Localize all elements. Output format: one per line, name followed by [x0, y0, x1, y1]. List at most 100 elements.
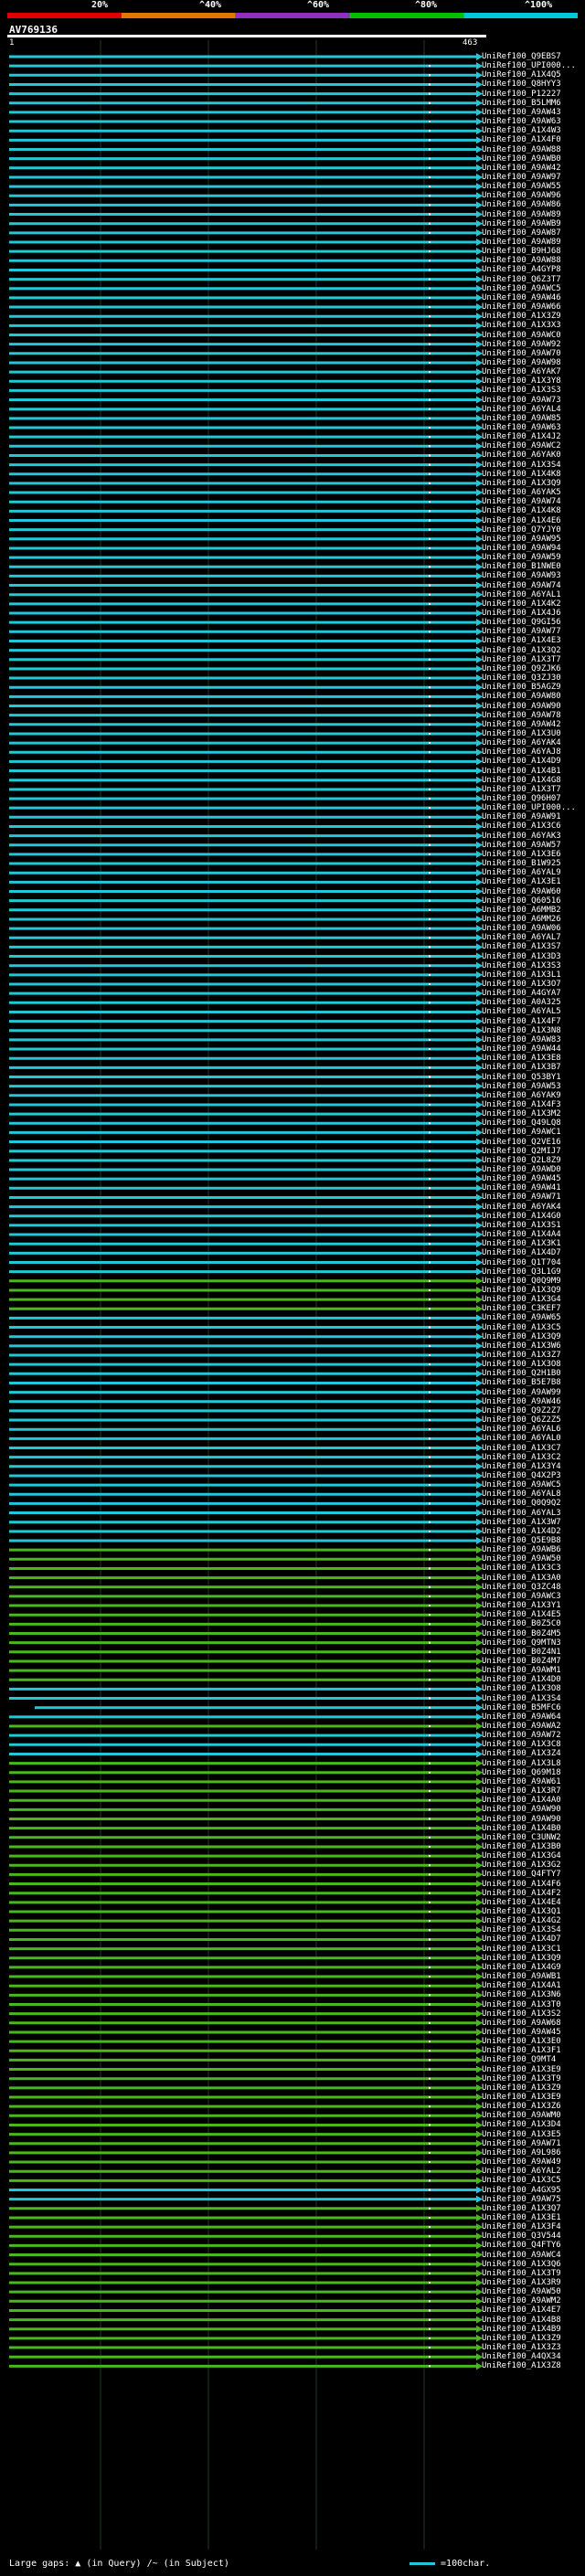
hit-label[interactable]: UniRef100_A9AW78 — [482, 711, 561, 720]
hit-label[interactable]: UniRef100_A1X3E8 — [482, 1054, 561, 1063]
hit-label[interactable]: UniRef100_A9AWC0 — [482, 331, 561, 340]
hit-label[interactable]: UniRef100_B5AGZ9 — [482, 683, 561, 692]
hit-label[interactable]: UniRef100_A1X3E1 — [482, 877, 561, 886]
hit-label[interactable]: UniRef100_A1X3Y4 — [482, 1462, 561, 1471]
hit-label[interactable]: UniRef100_A9AWC3 — [482, 1592, 561, 1601]
hit-label[interactable]: UniRef100_Q3ZC48 — [482, 1583, 561, 1592]
hit-label[interactable]: UniRef100_A9AW90 — [482, 702, 561, 711]
hit-label[interactable]: UniRef100_A6YAL6 — [482, 1425, 561, 1434]
hit-label[interactable]: UniRef100_A1X4B0 — [482, 1824, 561, 1833]
hit-label[interactable]: UniRef100_A1X3S3 — [482, 961, 561, 970]
hit-label[interactable]: UniRef100_A1X4A1 — [482, 1981, 561, 1990]
hit-label[interactable]: UniRef100_Q4FTY7 — [482, 1870, 561, 1879]
hit-label[interactable]: UniRef100_A1X4A4 — [482, 1230, 561, 1239]
hit-label[interactable]: UniRef100_A1X4Q5 — [482, 70, 561, 80]
hit-label[interactable]: UniRef100_A1X3E9 — [482, 2065, 561, 2074]
hit-label[interactable]: UniRef100_A1X4B1 — [482, 767, 561, 776]
hit-label[interactable]: UniRef100_A9AW41 — [482, 1183, 561, 1193]
hit-label[interactable]: UniRef100_Q5E9B8 — [482, 1536, 561, 1545]
hit-label[interactable]: UniRef100_A1X3E1 — [482, 2213, 561, 2222]
hit-label[interactable]: UniRef100_A1X4G9 — [482, 1963, 561, 1972]
hit-label[interactable]: UniRef100_Q96H07 — [482, 794, 561, 803]
hit-label[interactable]: UniRef100_A9AW92 — [482, 340, 561, 349]
hit-label[interactable]: UniRef100_A1X4G0 — [482, 1212, 561, 1221]
hit-label[interactable]: UniRef100_A9AW63 — [482, 423, 561, 432]
hit-label[interactable]: UniRef100_Q2L8Z9 — [482, 1156, 561, 1165]
hit-label[interactable]: UniRef100_A1X3Z7 — [482, 1351, 561, 1360]
hit-label[interactable]: UniRef100_A1X3L8 — [482, 1759, 561, 1768]
hit-label[interactable]: UniRef100_Q60516 — [482, 896, 561, 906]
hit-label[interactable]: UniRef100_A1X4J2 — [482, 432, 561, 441]
hit-label[interactable]: UniRef100_A1X3N6 — [482, 1990, 561, 1999]
hit-label[interactable]: UniRef100_A6YAL7 — [482, 933, 561, 942]
hit-label[interactable]: UniRef100_A9AW80 — [482, 692, 561, 701]
hit-label[interactable]: UniRef100_A9AWB9 — [482, 219, 561, 228]
hit-label[interactable]: UniRef100_A9AW59 — [482, 553, 561, 562]
hit-label[interactable]: UniRef100_A1X3T9 — [482, 2269, 561, 2278]
hit-label[interactable]: UniRef100_A1X3B7 — [482, 1063, 561, 1072]
hit-label[interactable]: UniRef100_B0Z5C0 — [482, 1619, 561, 1628]
hit-label[interactable]: UniRef100_A9AW57 — [482, 841, 561, 850]
hit-label[interactable]: UniRef100_A9AW46 — [482, 1397, 561, 1406]
hit-label[interactable]: UniRef100_A9AW75 — [482, 2195, 561, 2204]
hit-label[interactable]: UniRef100_A9AW42 — [482, 164, 561, 173]
hit-label[interactable]: UniRef100_A9AW43 — [482, 108, 561, 117]
hit-label[interactable]: UniRef100_A1X4D7 — [482, 1248, 561, 1257]
hit-label[interactable]: UniRef100_Q9ZJK6 — [482, 664, 561, 673]
hit-label[interactable]: UniRef100_A9AW06 — [482, 924, 561, 933]
hit-label[interactable]: UniRef100_Q2H1B0 — [482, 1369, 561, 1378]
hit-label[interactable]: UniRef100_A9AWM2 — [482, 2296, 561, 2306]
hit-label[interactable]: UniRef100_A1X3Q6 — [482, 2260, 561, 2269]
hit-label[interactable]: UniRef100_A1X3Z8 — [482, 2361, 561, 2370]
hit-label[interactable]: UniRef100_A1X3S4 — [482, 1925, 561, 1935]
hit-label[interactable]: UniRef100_A9AW53 — [482, 1082, 561, 1091]
hit-label[interactable]: UniRef100_A1X4F7 — [482, 1017, 561, 1026]
hit-label[interactable]: UniRef100_A6YAL4 — [482, 405, 561, 414]
hit-label[interactable]: UniRef100_A9AW61 — [482, 1777, 561, 1786]
hit-label[interactable]: UniRef100_B5E7B8 — [482, 1378, 561, 1387]
hit-label[interactable]: UniRef100_A1X3Z6 — [482, 2102, 561, 2111]
hit-label[interactable]: UniRef100_B1NWE0 — [482, 562, 561, 571]
hit-label[interactable]: UniRef100_A9AW94 — [482, 544, 561, 553]
hit-label[interactable]: UniRef100_A9AW98 — [482, 358, 561, 367]
hit-label[interactable]: UniRef100_Q2VE16 — [482, 1138, 561, 1147]
hit-label[interactable]: UniRef100_A9AW42 — [482, 720, 561, 729]
hit-label[interactable]: UniRef100_A1X3C5 — [482, 2176, 561, 2185]
hit-label[interactable]: UniRef100_A9AW45 — [482, 2028, 561, 2037]
hit-label[interactable]: UniRef100_A9AW93 — [482, 571, 561, 580]
hit-label[interactable]: UniRef100_A1X3U0 — [482, 729, 561, 738]
hit-label[interactable]: UniRef100_A1X4E4 — [482, 1898, 561, 1907]
hit-label[interactable]: UniRef100_Q4FTY6 — [482, 2241, 561, 2250]
hit-label[interactable]: UniRef100_Q6Z2Z5 — [482, 1415, 561, 1425]
hit-label[interactable]: UniRef100_UPI000... — [482, 803, 576, 812]
hit-label[interactable]: UniRef100_A9AWM0 — [482, 2111, 561, 2120]
hit-label[interactable]: UniRef100_A6YAL2 — [482, 2167, 561, 2176]
hit-label[interactable]: UniRef100_A1X3Z9 — [482, 312, 561, 321]
hit-label[interactable]: UniRef100_Q9Z2Z7 — [482, 1406, 561, 1415]
hit-label[interactable]: UniRef100_Q9EBS7 — [482, 52, 561, 61]
hit-label[interactable]: UniRef100_A1X3Q9 — [482, 1286, 561, 1295]
hit-label[interactable]: UniRef100_A9AW99 — [482, 1388, 561, 1397]
hit-label[interactable]: UniRef100_A0A325 — [482, 998, 561, 1007]
hit-label[interactable]: UniRef100_Q3L1G9 — [482, 1267, 561, 1277]
hit-label[interactable]: UniRef100_A9AW86 — [482, 200, 561, 209]
hit-label[interactable]: UniRef100_A9AWC2 — [482, 441, 561, 451]
hit-label[interactable]: UniRef100_A9AWB1 — [482, 1972, 561, 1981]
hit-label[interactable]: UniRef100_Q53BY1 — [482, 1073, 561, 1082]
hit-label[interactable]: UniRef100_A1X3Q9 — [482, 1332, 561, 1341]
hit-label[interactable]: UniRef100_B0Z4M5 — [482, 1629, 561, 1638]
hit-label[interactable]: UniRef100_A6YAL8 — [482, 1489, 561, 1499]
hit-label[interactable]: UniRef100_A6YAK5 — [482, 488, 561, 497]
hit-label[interactable]: UniRef100_A9AW90 — [482, 1815, 561, 1824]
hit-label[interactable]: UniRef100_A9AW64 — [482, 1712, 561, 1722]
hit-label[interactable]: UniRef100_A1X4W3 — [482, 126, 561, 135]
hit-label[interactable]: UniRef100_A6YAK0 — [482, 451, 561, 460]
hit-label[interactable]: UniRef100_A9AWC5 — [482, 284, 561, 293]
hit-label[interactable]: UniRef100_A9AW87 — [482, 228, 561, 238]
hit-label[interactable]: UniRef100_A1X3C1 — [482, 1945, 561, 1954]
hit-label[interactable]: UniRef100_A1X4B8 — [482, 2316, 561, 2325]
hit-label[interactable]: UniRef100_A9AW97 — [482, 173, 561, 182]
hit-label[interactable]: UniRef100_A1X4D2 — [482, 1527, 561, 1536]
hit-label[interactable]: UniRef100_A1X3Q7 — [482, 2204, 561, 2213]
hit-label[interactable]: UniRef100_A1X4E3 — [482, 636, 561, 645]
